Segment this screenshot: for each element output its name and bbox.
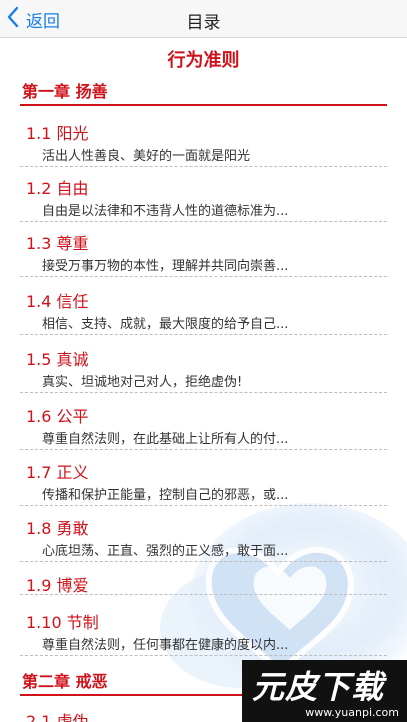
watermark-url: www.yuanpi.com: [305, 706, 399, 719]
item-description: 自由是以法律和不违背人性的道德标准为...: [42, 204, 289, 219]
item-description: 相信、支持、成就，最大限度的给予自己...: [42, 317, 289, 332]
toc-item[interactable]: 1.2 自由 自由是以法律和不违背人性的道德标准为...: [20, 169, 387, 222]
toc-item[interactable]: 1.9 博爱: [20, 566, 387, 595]
item-title: 1.7 正义: [26, 463, 89, 482]
item-title: 1.2 自由: [26, 179, 89, 198]
toc-item[interactable]: 1.10 节制 尊重自然法则，任何事都在健康的度以内...: [20, 603, 387, 656]
toc-item[interactable]: 1.1 阳光 活出人性善良、美好的一面就是阳光: [20, 114, 387, 167]
watermark-text: 元皮下载: [252, 668, 385, 706]
item-title: 1.10 节制: [26, 613, 99, 632]
toc-item[interactable]: 1.8 勇敢 心底坦荡、正直、强烈的正义感，敢于面...: [20, 509, 387, 562]
item-description: 活出人性善良、美好的一面就是阳光: [42, 149, 251, 164]
chapter-header[interactable]: 第一章 扬善: [20, 78, 387, 106]
toc-item[interactable]: 1.4 信任 相信、支持、成就，最大限度的给予自己...: [20, 282, 387, 335]
item-title: 1.8 勇敢: [26, 519, 89, 538]
item-title: 2.1 虚伪: [26, 712, 89, 722]
document-title: 行为准则: [167, 50, 240, 71]
item-title: 1.4 信任: [26, 292, 89, 311]
item-description: 真实、坦诚地对己对人，拒绝虚伪!: [42, 375, 243, 390]
toc-item[interactable]: 1.5 真诚 真实、坦诚地对己对人，拒绝虚伪!: [20, 340, 387, 393]
navigation-bar: 返回 目录: [0, 0, 407, 38]
item-description: 接受万事万物的本性，理解并共同向崇善...: [42, 259, 289, 274]
watermark-logo: 元皮下载 www.yuanpi.com: [242, 660, 407, 722]
toc-item[interactable]: 1.6 公平 尊重自然法则，在此基础上让所有人的付...: [20, 397, 387, 450]
item-title: 1.5 真诚: [26, 350, 89, 369]
item-title: 1.6 公平: [26, 407, 89, 426]
item-title: 1.9 博爱: [26, 576, 89, 595]
toc-item[interactable]: 1.3 尊重 接受万事万物的本性，理解并共同向崇善...: [20, 224, 387, 277]
item-description: 传播和保护正能量，控制自己的邪恶，或...: [42, 488, 289, 503]
item-title: 1.1 阳光: [26, 124, 89, 143]
item-title: 1.3 尊重: [26, 234, 89, 253]
nav-title: 目录: [186, 13, 221, 33]
item-description: 尊重自然法则，在此基础上让所有人的付...: [42, 432, 289, 447]
chapter-label: 第一章 扬善: [22, 82, 108, 101]
toc-item[interactable]: 1.7 正义 传播和保护正能量，控制自己的邪恶，或...: [20, 453, 387, 506]
item-description: 心底坦荡、正直、强烈的正义感，敢于面...: [42, 544, 289, 559]
chapter-label: 第二章 戒恶: [22, 672, 108, 691]
item-description: 尊重自然法则，任何事都在健康的度以内...: [42, 638, 289, 653]
toc-content[interactable]: 行为准则 第一章 扬善 1.1 阳光 活出人性善良、美好的一面就是阳光 1.2 …: [0, 38, 407, 722]
